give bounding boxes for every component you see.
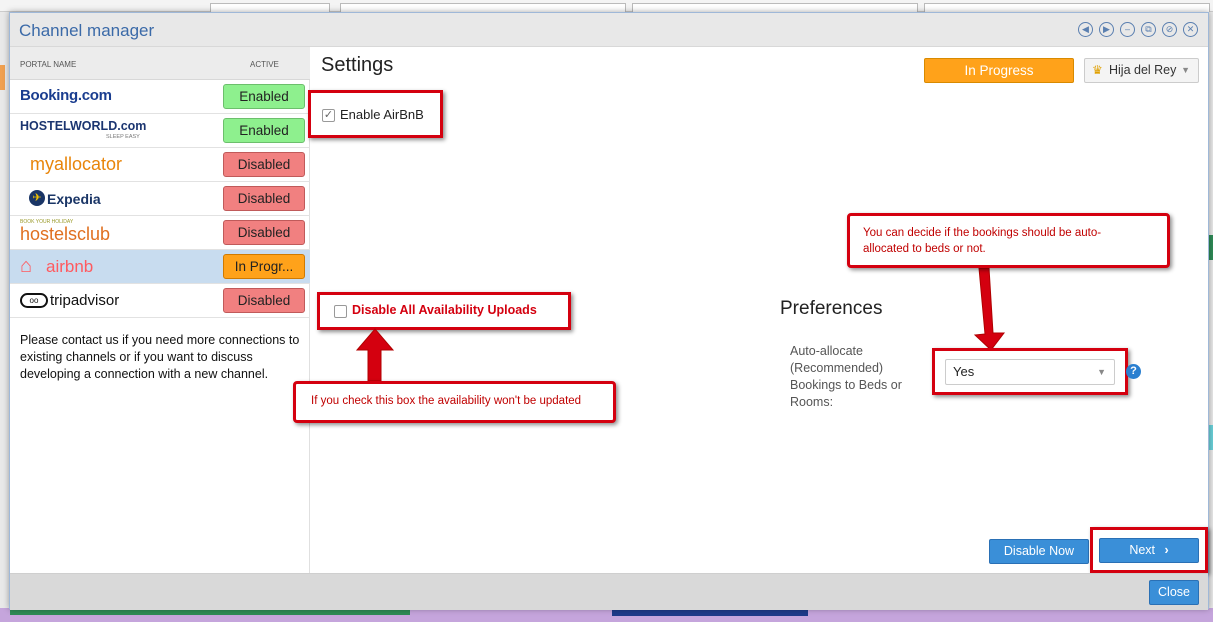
enable-airbnb-label: Enable AirBnB: [340, 107, 424, 122]
hostelworld-logo: HOSTELWORLD.com: [20, 119, 147, 133]
auto-allocate-select[interactable]: Yes ▼: [945, 359, 1115, 385]
chevron-down-icon: ▼: [1097, 367, 1106, 377]
auto-allocate-label: Auto-allocate (Recommended) Bookings to …: [790, 344, 902, 409]
background-toolbar: [0, 0, 1213, 12]
auto-allocate-value: Yes: [953, 364, 975, 379]
background-calendar: [0, 608, 1213, 622]
next-label: Next: [1129, 543, 1156, 557]
enable-airbnb-highlight: ✓ Enable AirBnB: [308, 90, 443, 138]
tripadvisor-logo: tripadvisor: [50, 292, 120, 309]
chevron-right-icon: ›: [1164, 543, 1169, 557]
booking-logo: Booking.com: [20, 87, 112, 104]
table-row[interactable]: BOOK YOUR HOLIDAY hostelsclub Disabled: [10, 216, 310, 250]
allocate-callout: You can decide if the bookings should be…: [847, 213, 1170, 268]
status-toggle[interactable]: Disabled: [223, 220, 305, 245]
status-toggle[interactable]: Disabled: [223, 288, 305, 313]
close-button[interactable]: Close: [1149, 580, 1199, 605]
close-icon[interactable]: ✕: [1183, 22, 1198, 37]
disable-uploads-checkbox[interactable]: [334, 305, 347, 318]
disable-now-button[interactable]: Disable Now: [989, 539, 1089, 564]
table-row[interactable]: ✈ Expedia Disabled: [10, 182, 310, 216]
property-name: Hija del Rey: [1109, 63, 1177, 77]
airbnb-logo: airbnb: [46, 257, 94, 276]
table-header: PORTAL NAME ACTIVE: [10, 47, 310, 80]
airbnb-icon: ⌂: [20, 255, 33, 277]
uploads-callout: If you check this box the availability w…: [293, 381, 616, 423]
table-row[interactable]: Booking.com Enabled: [10, 80, 310, 114]
table-row[interactable]: myallocator Disabled: [10, 148, 310, 182]
enable-airbnb-checkbox[interactable]: ✓: [322, 109, 335, 122]
dialog-footer: Close: [10, 573, 1208, 610]
col-portal-name: PORTAL NAME: [20, 60, 77, 69]
table-row[interactable]: ⌂ airbnb In Progr...: [10, 250, 310, 284]
help-icon[interactable]: ?: [1126, 364, 1141, 379]
settings-heading: Settings: [321, 54, 394, 76]
fullscreen-icon[interactable]: ⧉: [1141, 22, 1156, 37]
contact-text: Please contact us if you need more conne…: [20, 333, 300, 381]
status-toggle[interactable]: Disabled: [223, 186, 305, 211]
window-controls: ◀ ▶ – ⧉ ⊘ ✕: [1078, 22, 1198, 37]
preferences-heading: Preferences: [780, 298, 883, 319]
detach-icon[interactable]: ⊘: [1162, 22, 1177, 37]
portal-table: PORTAL NAME ACTIVE Booking.com Enabled H…: [10, 47, 310, 573]
expedia-icon: ✈: [29, 190, 45, 206]
in-progress-button[interactable]: In Progress: [924, 58, 1074, 83]
hostelsclub-logo: hostelsclub: [20, 224, 111, 244]
dialog-title: Channel manager: [19, 21, 155, 40]
titlebar: Channel manager ◀ ▶ – ⧉ ⊘ ✕: [10, 13, 1208, 47]
myallocator-logo: myallocator: [30, 154, 123, 174]
property-select[interactable]: ♛ Hija del Rey ▼: [1084, 58, 1199, 83]
tripadvisor-owl-icon: oo: [20, 293, 48, 308]
prev-icon[interactable]: ◀: [1078, 22, 1093, 37]
minimize-icon[interactable]: –: [1120, 22, 1135, 37]
disable-uploads-label: Disable All Availability Uploads: [352, 303, 537, 317]
table-row[interactable]: oo tripadvisor Disabled: [10, 284, 310, 318]
table-row[interactable]: HOSTELWORLD.com SLEEP EASY Enabled: [10, 114, 310, 148]
disable-uploads-highlight: Disable All Availability Uploads: [317, 292, 571, 330]
status-toggle[interactable]: Disabled: [223, 152, 305, 177]
channel-manager-dialog: Channel manager ◀ ▶ – ⧉ ⊘ ✕ PORTAL NAME …: [9, 12, 1209, 610]
status-toggle[interactable]: In Progr...: [223, 254, 305, 279]
arrow-down: [973, 267, 1006, 351]
next-window-icon[interactable]: ▶: [1099, 22, 1114, 37]
background-strip: [0, 65, 5, 90]
hostelworld-tagline: SLEEP EASY: [106, 134, 140, 140]
status-toggle[interactable]: Enabled: [223, 84, 305, 109]
chevron-down-icon: ▼: [1181, 65, 1190, 75]
expedia-logo: Expedia: [47, 191, 101, 207]
col-active: ACTIVE: [250, 60, 279, 69]
status-toggle[interactable]: Enabled: [223, 118, 305, 143]
arrow-up: [355, 328, 395, 382]
next-button[interactable]: Next ›: [1099, 538, 1199, 563]
crown-icon: ♛: [1092, 63, 1103, 77]
